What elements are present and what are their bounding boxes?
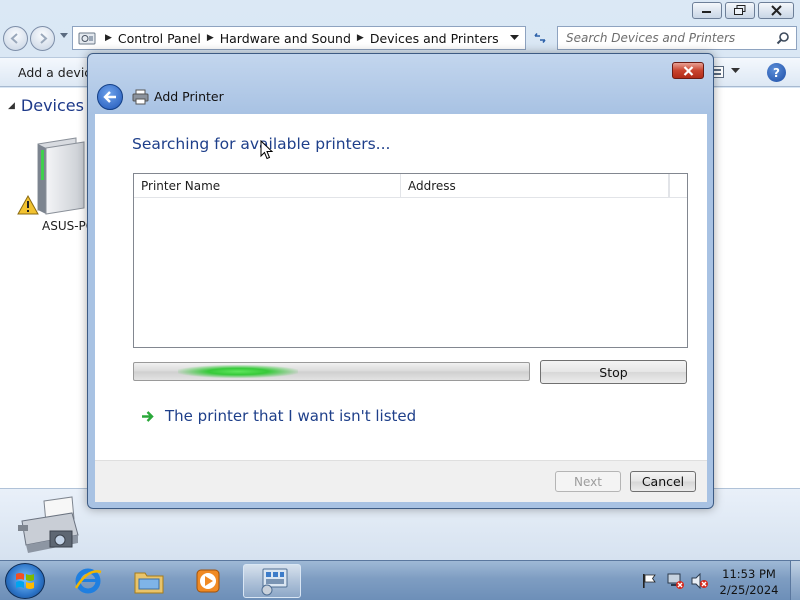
printer-list[interactable]: Printer Name Address xyxy=(133,173,688,348)
breadcrumb-devices-and-printers[interactable]: Devices and Printers xyxy=(370,31,499,46)
breadcrumb-hardware-and-sound[interactable]: Hardware and Sound xyxy=(220,31,351,46)
printer-not-listed-link[interactable]: The printer that I want isn't listed xyxy=(141,407,416,425)
list-header-filler xyxy=(669,174,687,198)
start-button[interactable] xyxy=(5,563,45,599)
column-header-printer-name[interactable]: Printer Name xyxy=(134,174,401,198)
green-arrow-icon xyxy=(142,410,154,422)
search-input[interactable]: Search Devices and Printers xyxy=(557,26,797,50)
printer-icon xyxy=(132,89,149,105)
volume-muted-icon[interactable] xyxy=(691,573,709,589)
collapse-triangle-icon: ◢ xyxy=(8,100,15,111)
search-icon[interactable] xyxy=(776,31,790,45)
computer-tower-icon[interactable] xyxy=(16,134,96,218)
recent-pages-arrow-icon[interactable] xyxy=(60,33,68,39)
printer-not-listed-text: The printer that I want isn't listed xyxy=(165,407,417,425)
close-window-button[interactable] xyxy=(758,2,794,19)
minimize-button[interactable] xyxy=(692,2,722,19)
restore-button[interactable] xyxy=(725,2,755,19)
back-arrow-icon xyxy=(103,91,116,103)
search-placeholder: Search Devices and Printers xyxy=(566,31,736,45)
view-dropdown-icon[interactable] xyxy=(731,68,740,74)
clock-date: 2/25/2024 xyxy=(719,583,779,597)
navigation-bar: ▶ Control Panel ▶ Hardware and Sound ▶ D… xyxy=(0,24,800,54)
windows-logo-icon xyxy=(16,573,34,589)
back-arrow-icon xyxy=(10,33,18,44)
system-clock[interactable]: 11:53 PM 2/25/2024 xyxy=(714,566,784,598)
breadcrumb-control-panel[interactable]: Control Panel xyxy=(118,31,201,46)
search-progress-bar xyxy=(133,362,530,381)
progress-marquee-glow xyxy=(178,365,298,378)
close-icon xyxy=(683,65,693,76)
window-caption-buttons xyxy=(692,2,794,19)
refresh-button[interactable] xyxy=(528,26,552,50)
show-desktop-button[interactable] xyxy=(790,561,800,600)
address-bar[interactable]: ▶ Control Panel ▶ Hardware and Sound ▶ D… xyxy=(72,26,526,50)
forward-arrow-icon xyxy=(40,33,48,44)
printer-fax-icon xyxy=(18,496,79,553)
network-disconnected-icon[interactable] xyxy=(667,572,685,590)
restore-icon xyxy=(734,5,746,15)
clock-time: 11:53 PM xyxy=(722,567,776,581)
taskbar: 11:53 PM 2/25/2024 xyxy=(0,560,800,600)
stop-button[interactable]: Stop xyxy=(540,360,687,384)
dialog-body: Searching for available printers... Prin… xyxy=(95,114,707,460)
column-header-address[interactable]: Address xyxy=(401,174,669,198)
address-dropdown-icon[interactable] xyxy=(510,34,519,41)
taskbar-devices-and-printers[interactable] xyxy=(243,564,301,598)
list-header: Printer Name Address xyxy=(134,174,669,198)
breadcrumb-separator-icon: ▶ xyxy=(105,33,112,43)
close-icon xyxy=(770,5,782,16)
minimize-icon xyxy=(702,10,711,13)
internet-explorer-icon xyxy=(74,568,102,594)
breadcrumb-separator-icon: ▶ xyxy=(206,33,214,43)
mouse-cursor-icon xyxy=(260,140,274,160)
next-button[interactable]: Next xyxy=(555,471,621,492)
cancel-button[interactable]: Cancel xyxy=(630,471,696,492)
media-player-icon xyxy=(196,569,220,593)
add-printer-dialog: Add Printer Searching for available prin… xyxy=(87,53,714,509)
dialog-close-button[interactable] xyxy=(672,62,704,79)
control-panel-icon xyxy=(78,32,96,45)
dialog-back-button[interactable] xyxy=(97,84,123,110)
folder-icon xyxy=(134,572,164,594)
taskbar-internet-explorer[interactable] xyxy=(62,564,114,598)
breadcrumb-separator-icon: ▶ xyxy=(356,33,364,43)
action-center-flag-icon[interactable] xyxy=(641,573,657,589)
devices-and-printers-icon xyxy=(261,568,288,596)
refresh-icon xyxy=(534,33,546,43)
taskbar-windows-explorer[interactable] xyxy=(123,564,175,598)
back-button[interactable] xyxy=(3,26,28,51)
taskbar-media-player[interactable] xyxy=(182,564,234,598)
dialog-title: Add Printer xyxy=(154,89,224,104)
help-icon[interactable]: ? xyxy=(767,63,786,82)
forward-button[interactable] xyxy=(30,26,55,51)
dialog-footer: Next Cancel xyxy=(95,460,707,502)
